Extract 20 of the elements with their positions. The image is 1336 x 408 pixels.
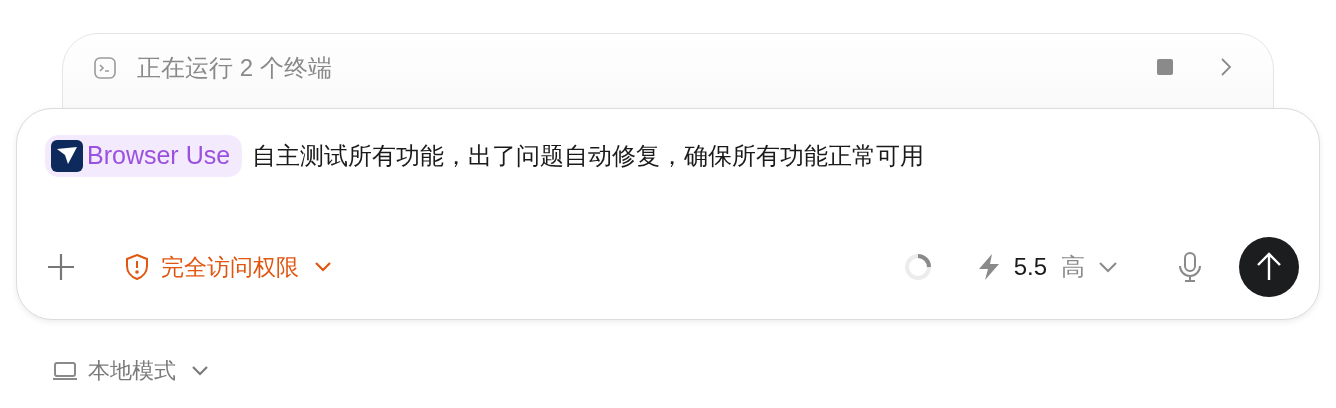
terminal-status: 正在运行 2 个终端 [137, 53, 332, 83]
stop-icon[interactable] [1156, 58, 1174, 76]
terminal-icon [93, 56, 117, 80]
microphone-icon[interactable] [1177, 251, 1203, 283]
mode-dropdown[interactable]: 本地模式 [52, 354, 210, 387]
permission-dropdown[interactable]: 完全访问权限 [123, 249, 333, 285]
chevron-down-icon [1097, 260, 1119, 274]
app-logo-icon [51, 140, 83, 172]
chevron-down-icon [313, 260, 333, 274]
message-text: 自主测试所有功能，出了问题自动修复，确保所有功能正常可用 [252, 141, 925, 171]
shield-alert-icon [123, 253, 151, 281]
chevron-right-icon[interactable] [1219, 56, 1233, 78]
loading-spinner-icon [903, 253, 932, 281]
model-dropdown[interactable]: 5.5 高 [975, 249, 1119, 285]
chevron-down-icon [190, 363, 210, 378]
send-button[interactable] [1239, 237, 1299, 297]
plus-icon[interactable] [45, 251, 77, 283]
mention-chip[interactable]: Browser Use [45, 135, 243, 177]
arrow-up-icon [1256, 252, 1282, 282]
laptop-icon [52, 359, 78, 382]
